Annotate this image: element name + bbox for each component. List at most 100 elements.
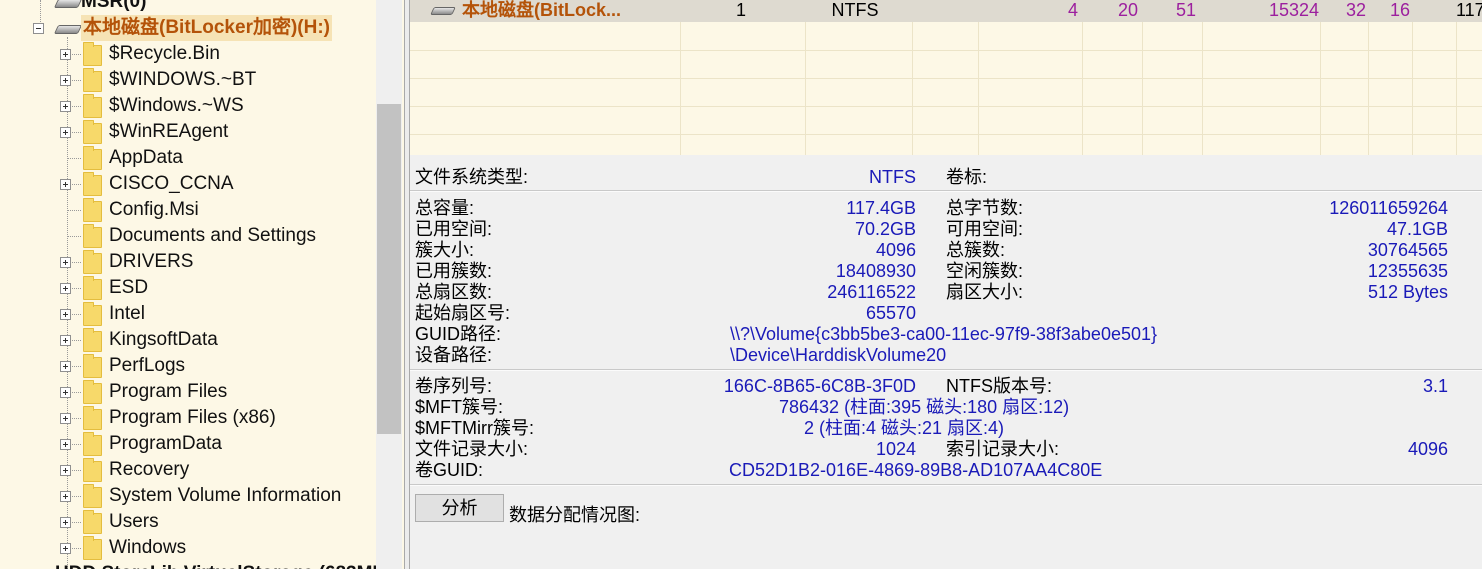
cluster-size-value: 4096 (875, 240, 916, 260)
tree-scrollbar[interactable] (376, 0, 402, 569)
tree-item[interactable]: MSR(0) (0, 0, 376, 15)
partition-col-1: 4 (1067, 0, 1078, 20)
expand-toggle-icon[interactable] (60, 335, 71, 346)
folder-icon (83, 172, 102, 196)
tree-item[interactable]: Windows (0, 535, 376, 561)
tree-item[interactable]: $WINDOWS.~BT (0, 67, 376, 93)
expand-toggle-icon[interactable] (60, 465, 71, 476)
tree-item[interactable]: Users (0, 509, 376, 535)
index-record-size-value: 4096 (1407, 439, 1448, 459)
folder-icon (83, 302, 102, 326)
tree-item-label: Windows (109, 537, 187, 558)
expand-toggle-icon[interactable] (60, 75, 71, 86)
used-space-label: 已用空间: (415, 219, 493, 239)
table-gridline (805, 0, 806, 155)
tree-item[interactable]: ESD (0, 275, 376, 301)
tree-item[interactable]: HDD StoreLib VirtualStorage (683MB) (0, 561, 392, 569)
tree-item[interactable]: PerfLogs (0, 353, 376, 379)
tree-item[interactable]: 本地磁盘(BitLocker加密)(H:) (0, 15, 376, 41)
expand-toggle-icon[interactable] (60, 387, 71, 398)
tree-item[interactable]: $Windows.~WS (0, 93, 376, 119)
tree-item-label: Users (109, 511, 159, 532)
tree-item-label: Program Files (109, 381, 228, 402)
folder-icon (83, 68, 102, 92)
expand-toggle-icon[interactable] (60, 361, 71, 372)
partition-col-4: 15324 (1268, 0, 1319, 20)
tree-item[interactable]: Recovery (0, 457, 376, 483)
total-sectors-label: 总扇区数: (415, 282, 493, 302)
mftmirr-cluster-value: 2 (柱面:4 磁头:21 扇区:4) (804, 418, 1005, 438)
partition-index: 1 (735, 0, 746, 20)
sector-size-label: 扇区大小: (946, 282, 1024, 302)
mft-cluster-value: 786432 (柱面:395 磁头:180 扇区:12) (779, 397, 1070, 417)
tree-item[interactable]: AppData (0, 145, 376, 171)
tree-item[interactable]: Config.Msi (0, 197, 376, 223)
expand-toggle-icon[interactable] (60, 543, 71, 554)
tree-item[interactable]: System Volume Information (0, 483, 376, 509)
expand-toggle-icon[interactable] (60, 179, 71, 190)
index-record-size-label: 索引记录大小: (946, 439, 1060, 459)
expand-toggle-icon[interactable] (60, 439, 71, 450)
total-clusters-label: 总簇数: (946, 240, 1006, 260)
expand-toggle-icon[interactable] (60, 309, 71, 320)
tree-item-label: $Windows.~WS (109, 95, 244, 116)
table-gridline (978, 0, 979, 155)
expand-toggle-icon[interactable] (60, 413, 71, 424)
partition-name: 本地磁盘(BitLock... (462, 0, 622, 20)
tree-item-label: $WinREAgent (109, 121, 229, 142)
tree-item-label: MSR(0) (81, 0, 147, 12)
disk-icon (53, 25, 83, 34)
expand-toggle-icon[interactable] (60, 49, 71, 60)
expand-toggle-icon[interactable] (60, 283, 71, 294)
table-gridline (1202, 0, 1203, 155)
table-row[interactable]: 本地磁盘(BitLock... 1 NTFS 4 20 51 15324 32 … (410, 0, 1482, 22)
expand-toggle-icon[interactable] (60, 491, 71, 502)
tree-item[interactable]: $Recycle.Bin (0, 41, 376, 67)
ntfs-version-label: NTFS版本号: (946, 376, 1052, 396)
tree-item[interactable]: Documents and Settings (0, 223, 376, 249)
tree-item[interactable]: CISCO_CCNA (0, 171, 376, 197)
tree-item[interactable]: DRIVERS (0, 249, 376, 275)
volume-guid-value: CD52D1B2-016E-4869-89B8-AD107AA4C80E (729, 460, 1103, 480)
analyze-button[interactable]: 分析 (415, 494, 504, 522)
folder-icon (83, 510, 102, 534)
start-sector-label: 起始扇区号: (415, 303, 511, 323)
folder-icon (83, 250, 102, 274)
tree-item-label: Program Files (x86) (109, 407, 276, 428)
guid-path-value: \\?\Volume{c3bb5be3-ca00-11ec-97f9-38f3a… (730, 324, 1158, 344)
tree-item[interactable]: ProgramData (0, 431, 376, 457)
table-gridline (912, 0, 913, 155)
partition-col-5: 32 (1345, 0, 1366, 20)
free-space-label: 可用空间: (946, 219, 1024, 239)
tree-item[interactable]: $WinREAgent (0, 119, 376, 145)
tree-item[interactable]: Intel (0, 301, 376, 327)
total-bytes-label: 总字节数: (946, 198, 1024, 218)
tree-item-label: DRIVERS (109, 251, 194, 272)
scrollbar-thumb[interactable] (377, 104, 401, 434)
free-clusters-value: 12355635 (1367, 261, 1448, 281)
collapse-toggle-icon[interactable] (33, 23, 44, 34)
cluster-size-label: 簇大小: (415, 240, 475, 260)
tree-item[interactable]: Program Files (x86) (0, 405, 376, 431)
tree-item[interactable]: KingsoftData (0, 327, 376, 353)
expand-toggle-icon[interactable] (60, 517, 71, 528)
partition-col-6: 16 (1389, 0, 1410, 20)
expand-toggle-icon[interactable] (60, 127, 71, 138)
mft-cluster-label: $MFT簇号: (415, 397, 503, 417)
expand-toggle-icon[interactable] (60, 101, 71, 112)
tree-item[interactable]: Program Files (0, 379, 376, 405)
total-bytes-value: 126011659264 (1329, 198, 1448, 218)
tree-item-label: PerfLogs (109, 355, 186, 376)
tree-item-label: ProgramData (109, 433, 222, 454)
folder-icon (83, 484, 102, 508)
table-gridline (1456, 0, 1457, 155)
tree-item-label: $Recycle.Bin (109, 43, 220, 64)
partition-filesystem: NTFS (831, 0, 879, 20)
divider (410, 484, 1482, 486)
directory-tree[interactable]: MSR(0) 本地磁盘(BitLocker加密)(H:) $Recycle.Bin $… (0, 0, 404, 569)
table-gridline (680, 0, 681, 155)
expand-toggle-icon[interactable] (60, 257, 71, 268)
folder-icon (83, 42, 102, 66)
fs-type-label: 文件系统类型: (415, 167, 529, 187)
total-sectors-value: 246116522 (827, 282, 916, 302)
